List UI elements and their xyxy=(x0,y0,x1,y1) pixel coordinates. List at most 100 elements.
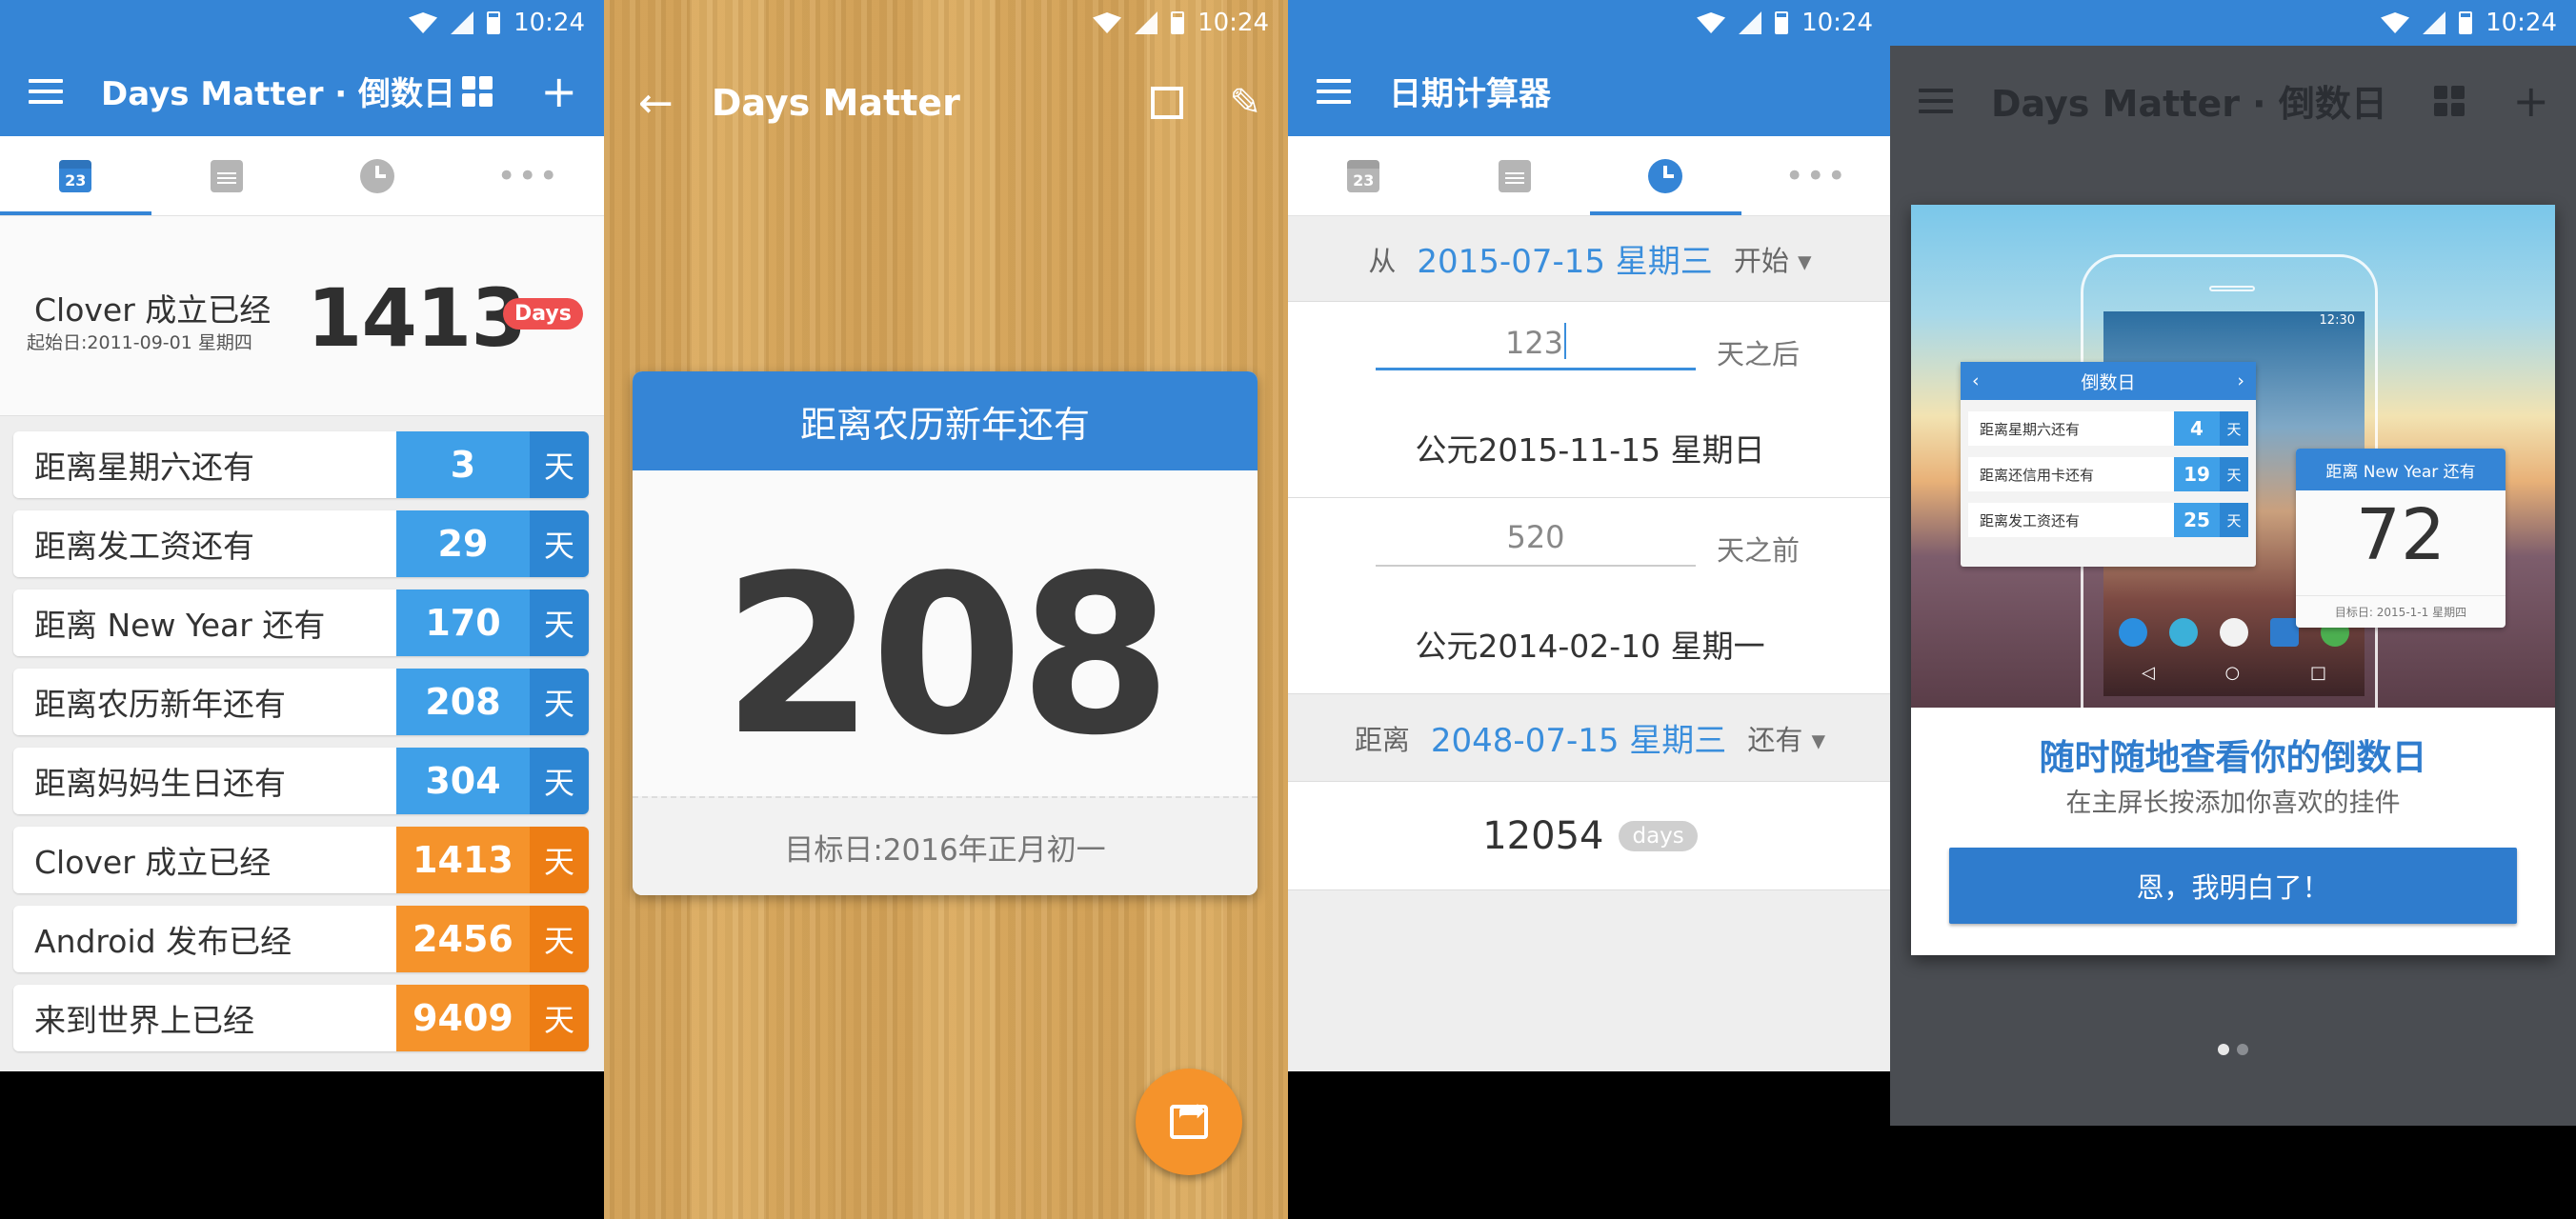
list-widget-row: 距离星期六还有 4 天 xyxy=(1968,411,2248,446)
to-mode-dropdown[interactable]: 还有 xyxy=(1747,718,1825,758)
page-indicator xyxy=(1890,1044,2576,1055)
tab-events[interactable] xyxy=(151,136,303,215)
widget-tip-dialog: 12:30 ◁ ○ □ ‹ 倒数日 › 距离星期六还有 4 天 距离还信用卡还有… xyxy=(1911,205,2555,955)
plus-icon[interactable]: + xyxy=(540,70,577,113)
widget-row-label: 距离发工资还有 xyxy=(1968,503,2174,537)
detail-toolbar: ← Days Matter ✎ xyxy=(604,46,1288,160)
days-badge: Days xyxy=(503,298,583,330)
chevron-left-icon: ‹ xyxy=(1972,370,1980,391)
nav-home-icon: ○ xyxy=(2224,663,2241,683)
event-label: Android 发布已经 xyxy=(13,906,396,972)
status-bar: 10:24 xyxy=(604,0,1288,46)
add-days-input[interactable]: 123 xyxy=(1376,313,1696,370)
add-days-section: 123 天之后 公元2015-11-15 星期日 xyxy=(1288,302,1892,498)
status-time: 10:24 xyxy=(2485,9,2557,37)
contacts-app-icon xyxy=(2270,618,2299,647)
got-it-button[interactable]: 恩，我明白了！ xyxy=(1949,848,2517,924)
top-event-title: Clover 成立已经 xyxy=(34,291,272,329)
tab-events[interactable] xyxy=(1439,136,1591,215)
tab-more[interactable]: ••• xyxy=(1741,136,1893,215)
date-calculator-screen: 10:24 日期计算器 23 ••• 从 2015-07-15 星期三 开始 1… xyxy=(1288,0,1892,1219)
event-label: 距离妈妈生日还有 xyxy=(13,748,396,814)
list-widget-rows: 距离星期六还有 4 天距离还信用卡还有 19 天距离发工资还有 25 天 xyxy=(1961,411,2256,537)
battery-icon xyxy=(2459,11,2473,34)
battery-icon xyxy=(1171,11,1185,34)
page-dot[interactable] xyxy=(2218,1044,2229,1055)
grid-icon[interactable] xyxy=(462,75,493,107)
widget-row-label: 距离还信用卡还有 xyxy=(1968,457,2174,491)
grid-icon xyxy=(2434,85,2465,116)
event-label: 来到世界上已经 xyxy=(13,985,396,1051)
share-button[interactable] xyxy=(1136,1069,1242,1175)
event-label: 距离星期六还有 xyxy=(13,431,396,498)
app-title: Days Matter · 倒数日 xyxy=(101,75,456,113)
phone-app-icon xyxy=(2119,618,2147,647)
phone-speaker xyxy=(2209,286,2255,291)
event-days: 2456 xyxy=(396,906,530,972)
event-days: 1413 xyxy=(396,827,530,893)
event-row[interactable]: 来到世界上已经 9409 天 xyxy=(13,985,589,1051)
event-unit: 天 xyxy=(530,590,589,656)
crop-icon[interactable] xyxy=(1151,87,1184,119)
event-row[interactable]: 距离发工资还有 29 天 xyxy=(13,510,589,577)
widget-row-days: 19 xyxy=(2174,457,2220,491)
detail-title: Days Matter xyxy=(711,82,960,124)
list-widget-preview: ‹ 倒数日 › 距离星期六还有 4 天距离还信用卡还有 19 天距离发工资还有 25 天 xyxy=(1961,362,2256,567)
event-row[interactable]: Android 发布已经 2456 天 xyxy=(13,906,589,972)
clock-icon xyxy=(360,158,395,193)
to-date-picker[interactable]: 2048-07-15 星期三 xyxy=(1431,714,1726,761)
tab-countdown[interactable]: 23 xyxy=(1288,136,1439,215)
card-target-date: 目标日:2016年正月初一 xyxy=(633,796,1258,895)
days-unit-pill: days xyxy=(1619,820,1698,851)
sub-days-suffix: 天之前 xyxy=(1717,534,1801,567)
tab-calculator[interactable] xyxy=(1590,136,1741,215)
calendar-icon: 23 xyxy=(1347,159,1380,192)
tab-calculator[interactable] xyxy=(302,136,453,215)
card-widget-preview: 距离 New Year 还有 72 目标日: 2015-1-1 星期四 xyxy=(2296,449,2506,628)
battery-icon xyxy=(487,11,501,34)
battery-icon xyxy=(1775,11,1789,34)
widget-illustration: 12:30 ◁ ○ □ ‹ 倒数日 › 距离星期六还有 4 天 距离还信用卡还有… xyxy=(1911,205,2555,708)
menu-icon[interactable] xyxy=(1317,78,1351,104)
event-list-icon xyxy=(210,159,243,192)
card-days: 208 xyxy=(721,530,1172,784)
app-bar: 日期计算器 xyxy=(1288,46,1892,136)
event-days: 3 xyxy=(396,431,530,498)
event-list-icon xyxy=(1498,159,1531,192)
sub-days-input[interactable]: 520 xyxy=(1376,510,1696,567)
widget-row-days: 25 xyxy=(2174,503,2220,537)
card-widget-header: 距离 New Year 还有 xyxy=(2296,449,2506,490)
event-row[interactable]: 距离星期六还有 3 天 xyxy=(13,431,589,498)
tab-more[interactable]: ••• xyxy=(453,136,605,215)
apps-icon xyxy=(2220,618,2248,647)
top-event-card[interactable]: Clover 成立已经 起始日:2011-09-01 星期四 1413 Days xyxy=(0,216,604,416)
signal-icon xyxy=(451,11,474,34)
chevron-right-icon: › xyxy=(2237,370,2244,391)
clock-icon xyxy=(1648,158,1683,193)
status-time: 10:24 xyxy=(1197,9,1269,37)
tab-countdown[interactable]: 23 xyxy=(0,136,151,215)
sub-days-result: 公元2014-02-10 星期一 xyxy=(1288,593,1892,694)
status-time: 10:24 xyxy=(1801,9,1873,37)
card-title: 距离农历新年还有 xyxy=(633,371,1258,470)
arrow-back-icon[interactable]: ← xyxy=(638,79,674,128)
from-date-picker[interactable]: 2015-07-15 星期三 xyxy=(1417,235,1712,282)
menu-icon xyxy=(1919,88,1953,113)
add-days-row: 123 天之后 xyxy=(1288,302,1892,397)
event-row[interactable]: 距离农历新年还有 208 天 xyxy=(13,669,589,735)
from-mode-dropdown[interactable]: 开始 xyxy=(1734,239,1812,279)
nav-back-icon: ◁ xyxy=(2142,663,2155,683)
event-row[interactable]: 距离 New Year 还有 170 天 xyxy=(13,590,589,656)
menu-icon[interactable] xyxy=(29,78,63,104)
to-label: 距离 xyxy=(1354,723,1410,756)
event-row[interactable]: Clover 成立已经 1413 天 xyxy=(13,827,589,893)
pencil-icon[interactable]: ✎ xyxy=(1229,81,1261,125)
event-row[interactable]: 距离妈妈生日还有 304 天 xyxy=(13,748,589,814)
event-list: 距离星期六还有 3 天距离发工资还有 29 天距离 New Year 还有 170 天距离农… xyxy=(13,431,589,1064)
share-icon xyxy=(1170,1091,1208,1139)
page-dot[interactable] xyxy=(2237,1044,2248,1055)
app-title: 日期计算器 xyxy=(1389,75,1551,113)
message-app-icon xyxy=(2169,618,2198,647)
calculator-body: 从 2015-07-15 星期三 开始 123 天之后 公元2015-11-15… xyxy=(1288,216,1892,1071)
widget-row-unit: 天 xyxy=(2220,457,2248,491)
